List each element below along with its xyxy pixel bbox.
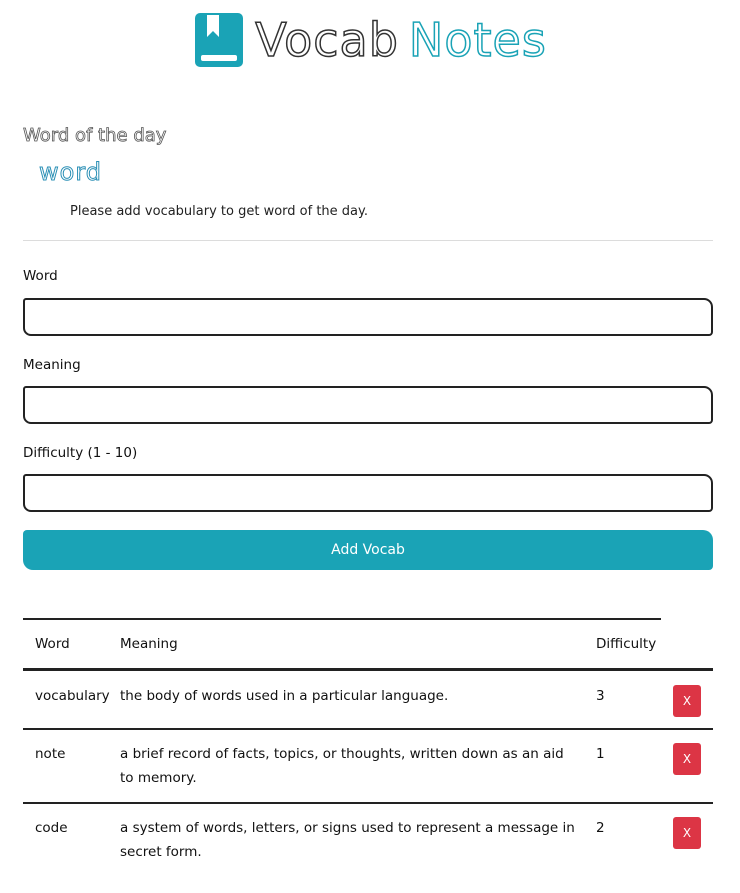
brand-part-notes: Notes	[408, 13, 547, 67]
cell-meaning: a brief record of facts, topics, or thou…	[120, 746, 564, 786]
cell-meaning: a system of words, letters, or signs use…	[120, 820, 575, 860]
column-header-meaning: Meaning	[120, 636, 178, 652]
word-of-the-day-heading: Word of the day	[23, 125, 167, 147]
delete-button[interactable]: X	[673, 817, 701, 849]
delete-button[interactable]: X	[673, 685, 701, 717]
section-divider	[23, 240, 713, 241]
cell-difficulty: 2	[596, 820, 605, 836]
difficulty-label: Difficulty (1 - 10)	[23, 445, 138, 461]
delete-button[interactable]: X	[673, 743, 701, 775]
meaning-input[interactable]	[23, 386, 713, 424]
difficulty-input[interactable]	[23, 474, 713, 512]
table-top-border	[23, 618, 661, 620]
cell-word: code	[35, 820, 68, 836]
word-input[interactable]	[23, 298, 713, 336]
cell-difficulty: 3	[596, 688, 605, 704]
table-header-border	[23, 668, 713, 671]
column-header-word: Word	[35, 636, 70, 652]
book-bookmark-icon	[195, 13, 244, 67]
app-title: Vocab Notes	[254, 16, 547, 64]
word-label: Word	[23, 268, 58, 284]
cell-word: vocabulary	[35, 688, 110, 704]
app-header: Vocab Notes	[0, 8, 740, 72]
brand-part-vocab: Vocab	[254, 13, 399, 67]
cell-word: note	[35, 746, 66, 762]
row-divider	[23, 728, 713, 730]
cell-difficulty: 1	[596, 746, 605, 762]
meaning-label: Meaning	[23, 357, 81, 373]
add-vocab-button[interactable]: Add Vocab	[23, 530, 713, 570]
word-of-the-day-word: word	[39, 158, 102, 187]
cell-meaning: the body of words used in a particular l…	[120, 688, 449, 704]
column-header-difficulty: Difficulty	[596, 636, 657, 652]
row-divider	[23, 802, 713, 804]
word-of-the-day-note: Please add vocabulary to get word of the…	[70, 204, 368, 219]
